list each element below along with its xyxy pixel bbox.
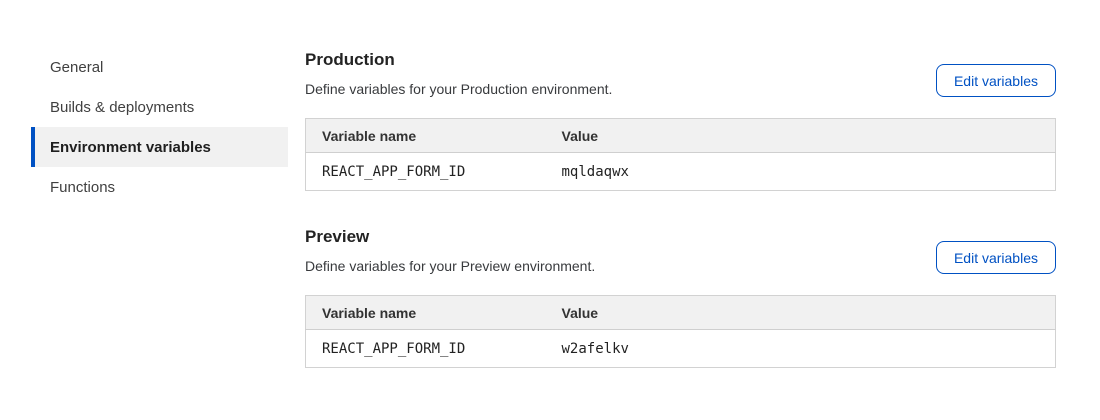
sidebar-item-label: Functions bbox=[50, 179, 115, 196]
sidebar-item-functions[interactable]: Functions bbox=[31, 167, 288, 207]
table-row: REACT_APP_FORM_ID mqldaqwx bbox=[306, 153, 1056, 191]
variable-name-cell: REACT_APP_FORM_ID bbox=[306, 330, 546, 368]
column-header-variable-name: Variable name bbox=[306, 119, 546, 153]
column-header-variable-name: Variable name bbox=[306, 296, 546, 330]
sidebar-item-environment-variables[interactable]: Environment variables bbox=[31, 127, 288, 167]
variables-table: Variable name Value REACT_APP_FORM_ID mq… bbox=[305, 118, 1056, 191]
column-header-value: Value bbox=[546, 119, 1056, 153]
sidebar-item-label: Environment variables bbox=[50, 139, 211, 156]
edit-variables-button[interactable]: Edit variables bbox=[936, 64, 1056, 97]
sidebar-item-builds-deployments[interactable]: Builds & deployments bbox=[31, 87, 288, 127]
preview-section: Preview Define variables for your Previe… bbox=[305, 227, 1056, 368]
column-header-value: Value bbox=[546, 296, 1056, 330]
settings-sidebar: General Builds & deployments Environment… bbox=[31, 47, 288, 207]
variable-value-cell: w2afelkv bbox=[546, 330, 1056, 368]
sidebar-item-label: General bbox=[50, 59, 103, 76]
variable-value-cell: mqldaqwx bbox=[546, 153, 1056, 191]
table-header-row: Variable name Value bbox=[306, 296, 1056, 330]
table-row: REACT_APP_FORM_ID w2afelkv bbox=[306, 330, 1056, 368]
sidebar-item-general[interactable]: General bbox=[31, 47, 288, 87]
production-section: Production Define variables for your Pro… bbox=[305, 50, 1056, 191]
sidebar-item-label: Builds & deployments bbox=[50, 99, 194, 116]
table-header-row: Variable name Value bbox=[306, 119, 1056, 153]
variable-name-cell: REACT_APP_FORM_ID bbox=[306, 153, 546, 191]
edit-variables-button[interactable]: Edit variables bbox=[936, 241, 1056, 274]
variables-table: Variable name Value REACT_APP_FORM_ID w2… bbox=[305, 295, 1056, 368]
environment-variables-panel: Production Define variables for your Pro… bbox=[305, 50, 1056, 368]
